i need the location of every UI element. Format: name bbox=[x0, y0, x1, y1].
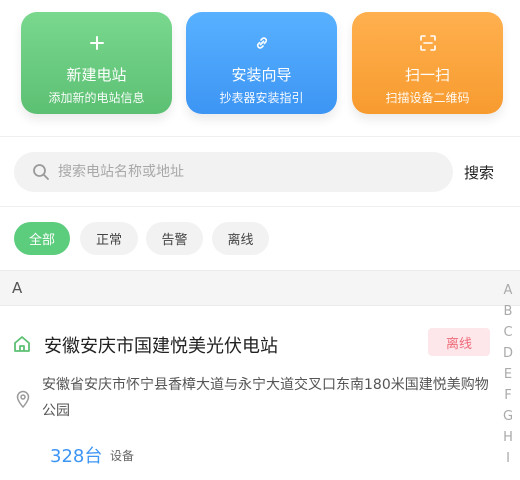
plus-icon bbox=[21, 32, 172, 54]
filter-chip-all[interactable]: 全部 bbox=[14, 222, 70, 255]
alphabet-index: A B C D E F G H I bbox=[498, 280, 518, 469]
install-guide-card[interactable]: 安装向导 抄表器安装指引 bbox=[186, 12, 337, 114]
new-station-subtitle: 添加新的电站信息 bbox=[48, 91, 145, 105]
alphabet-letter[interactable]: A bbox=[498, 280, 518, 301]
search-icon bbox=[33, 164, 49, 180]
alphabet-letter[interactable]: E bbox=[498, 364, 518, 385]
divider bbox=[0, 206, 520, 207]
search-input[interactable] bbox=[58, 152, 438, 192]
device-count: 328台 bbox=[50, 446, 103, 467]
scan-title: 扫一扫 bbox=[404, 66, 450, 84]
new-station-title: 新建电站 bbox=[66, 66, 127, 84]
quick-actions: 新建电站 添加新的电站信息 安装向导 抄表器安装指引 扫一扫 扫描设备二维码 bbox=[0, 0, 520, 130]
station-list-item[interactable]: 安徽安庆市国建悦美光伏电站 离线 安徽省安庆市怀宁县香樟大道与永宁大道交叉口东南… bbox=[0, 306, 496, 480]
divider bbox=[0, 136, 520, 137]
station-name: 安徽安庆市国建悦美光伏电站 bbox=[44, 336, 278, 357]
status-badge: 离线 bbox=[428, 328, 490, 356]
search-button[interactable]: 搜索 bbox=[464, 162, 494, 183]
scan-subtitle: 扫描设备二维码 bbox=[385, 91, 470, 105]
section-header: A bbox=[0, 270, 520, 306]
device-unit: 设备 bbox=[110, 449, 135, 463]
scan-card[interactable]: 扫一扫 扫描设备二维码 bbox=[352, 12, 503, 114]
link-icon bbox=[186, 32, 337, 54]
alphabet-letter[interactable]: F bbox=[498, 385, 518, 406]
install-guide-subtitle: 抄表器安装指引 bbox=[219, 91, 304, 105]
station-address: 安徽省安庆市怀宁县香樟大道与永宁大道交叉口东南180米国建悦美购物公园 bbox=[42, 377, 489, 419]
alphabet-letter[interactable]: H bbox=[498, 427, 518, 448]
alphabet-letter[interactable]: B bbox=[498, 301, 518, 322]
scan-icon bbox=[352, 32, 503, 54]
search-bar bbox=[14, 152, 453, 192]
home-icon bbox=[14, 336, 30, 352]
filter-chip-offline[interactable]: 离线 bbox=[212, 222, 269, 255]
filter-chip-normal[interactable]: 正常 bbox=[80, 222, 138, 255]
alphabet-letter[interactable]: G bbox=[498, 406, 518, 427]
install-guide-title: 安装向导 bbox=[231, 66, 292, 84]
filter-chip-alarm[interactable]: 告警 bbox=[146, 222, 203, 255]
new-station-card[interactable]: 新建电站 添加新的电站信息 bbox=[21, 12, 172, 114]
alphabet-letter[interactable]: C bbox=[498, 322, 518, 343]
alphabet-letter[interactable]: D bbox=[498, 343, 518, 364]
location-pin-icon bbox=[16, 390, 30, 408]
section-letter: A bbox=[12, 279, 23, 297]
alphabet-letter[interactable]: I bbox=[498, 448, 518, 469]
